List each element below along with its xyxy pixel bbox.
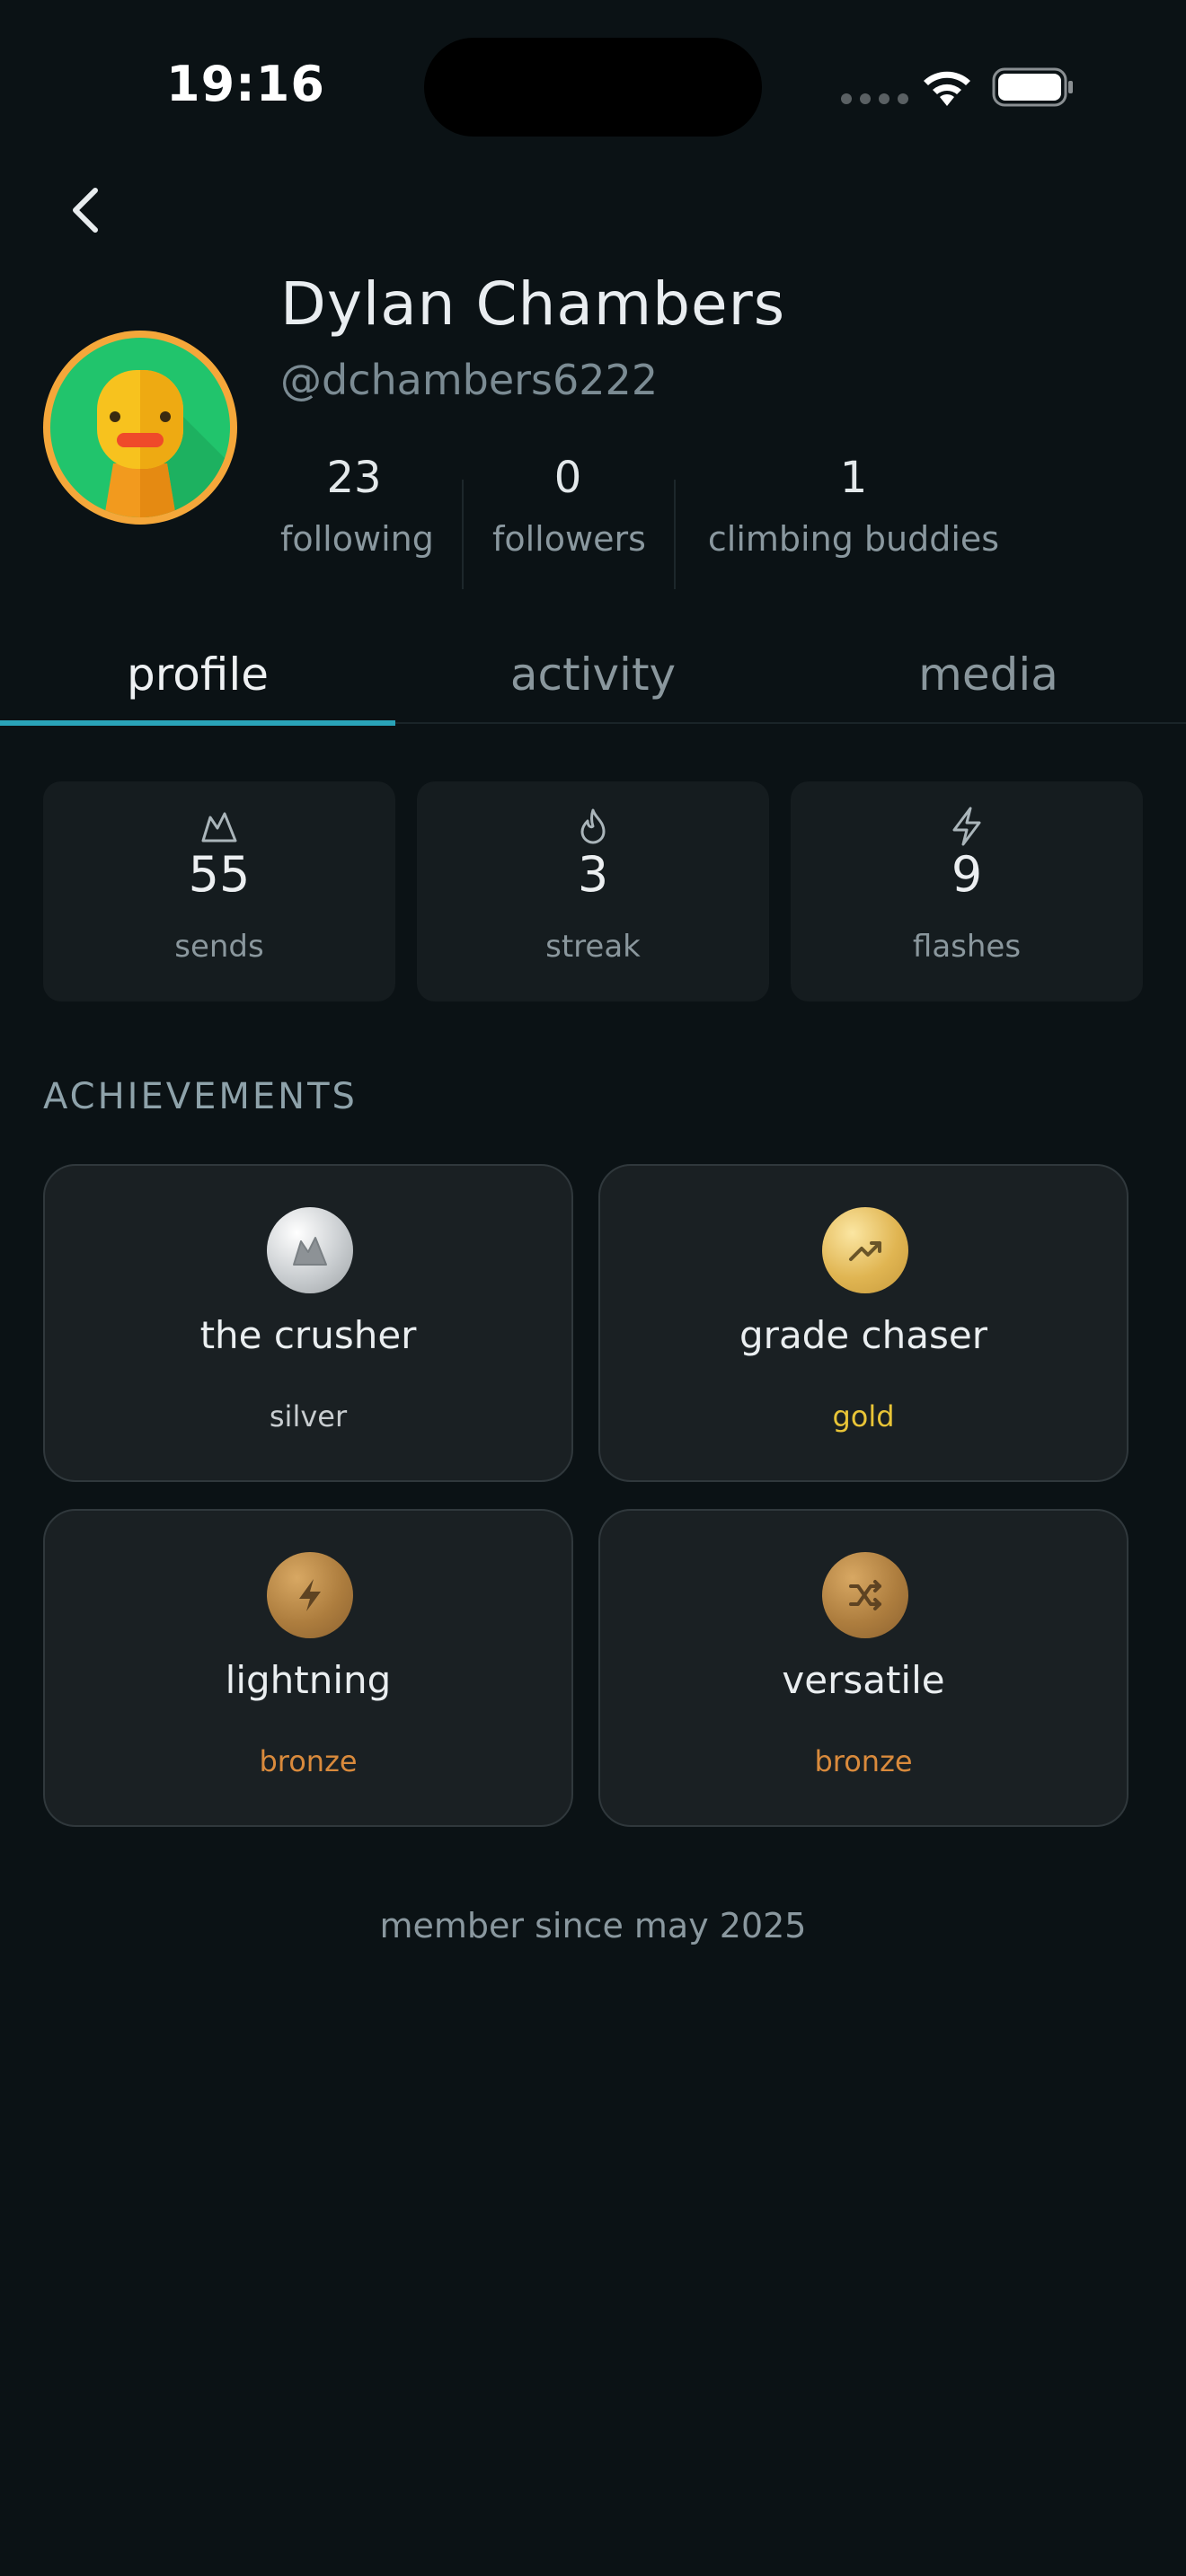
summary-card-flashes: 9 flashes [791, 781, 1143, 1001]
lightning-icon [952, 807, 981, 846]
member-since: member since may 2025 [379, 1906, 807, 1945]
achievement-tier: bronze [814, 1744, 913, 1778]
stat-label: following [280, 519, 434, 559]
active-tab-indicator [0, 720, 395, 726]
avatar [43, 331, 237, 525]
achievement-card[interactable]: versatile bronze [598, 1509, 1128, 1827]
flame-icon [580, 808, 606, 844]
achievements-heading: ACHIEVEMENTS [43, 1076, 358, 1117]
dynamic-island [424, 38, 762, 137]
achievement-medal [822, 1207, 908, 1293]
achievement-tier: gold [832, 1399, 895, 1434]
stat-following[interactable]: 23 following [280, 453, 434, 559]
achievement-title: grade chaser [739, 1313, 987, 1357]
achievement-medal [822, 1552, 908, 1638]
achievement-tier: bronze [259, 1744, 358, 1778]
summary-value: 9 [951, 846, 983, 903]
summary-value: 3 [577, 846, 609, 903]
stat-label: climbing buddies [707, 519, 1000, 559]
summary-label: streak [545, 929, 641, 965]
stat-divider [674, 480, 676, 589]
tab-profile[interactable]: profile [0, 648, 395, 701]
trending-up-icon [849, 1241, 881, 1261]
summary-value: 55 [188, 846, 251, 903]
summary-card-sends: 55 sends [43, 781, 395, 1001]
summary-card-streak: 3 streak [417, 781, 769, 1001]
summary-label: sends [174, 929, 264, 965]
profile-handle: @dchambers6222 [280, 356, 659, 404]
stat-value: 23 [326, 453, 382, 503]
profile-name: Dylan Chambers [280, 269, 786, 339]
achievement-title: versatile [782, 1658, 945, 1702]
status-time: 19:16 [166, 56, 325, 112]
cellular-signal-icon [841, 93, 908, 104]
stat-value: 1 [839, 453, 868, 503]
achievement-card[interactable]: the crusher silver [43, 1164, 573, 1482]
stat-divider [462, 480, 464, 589]
duck-avatar-icon [97, 370, 230, 517]
wifi-icon [924, 71, 970, 106]
stat-label: followers [492, 519, 646, 559]
achievement-title: lightning [225, 1658, 392, 1702]
tab-media[interactable]: media [791, 648, 1186, 701]
achievement-medal [267, 1207, 353, 1293]
back-chevron-icon[interactable] [65, 185, 110, 235]
tab-activity[interactable]: activity [395, 648, 791, 701]
shuffle-icon [849, 1580, 881, 1610]
battery-icon [992, 67, 1073, 107]
stat-climbing-buddies[interactable]: 1 climbing buddies [703, 453, 1005, 559]
mountain-icon [201, 812, 237, 842]
stat-value: 0 [553, 453, 582, 503]
mountain-icon [293, 1237, 327, 1266]
achievement-title: the crusher [199, 1313, 417, 1357]
achievement-medal [267, 1552, 353, 1638]
summary-label: flashes [912, 929, 1022, 965]
achievement-card[interactable]: grade chaser gold [598, 1164, 1128, 1482]
achievement-card[interactable]: lightning bronze [43, 1509, 573, 1827]
lightning-icon [299, 1579, 321, 1611]
achievement-tier: silver [269, 1399, 348, 1434]
stat-followers[interactable]: 0 followers [492, 453, 646, 559]
